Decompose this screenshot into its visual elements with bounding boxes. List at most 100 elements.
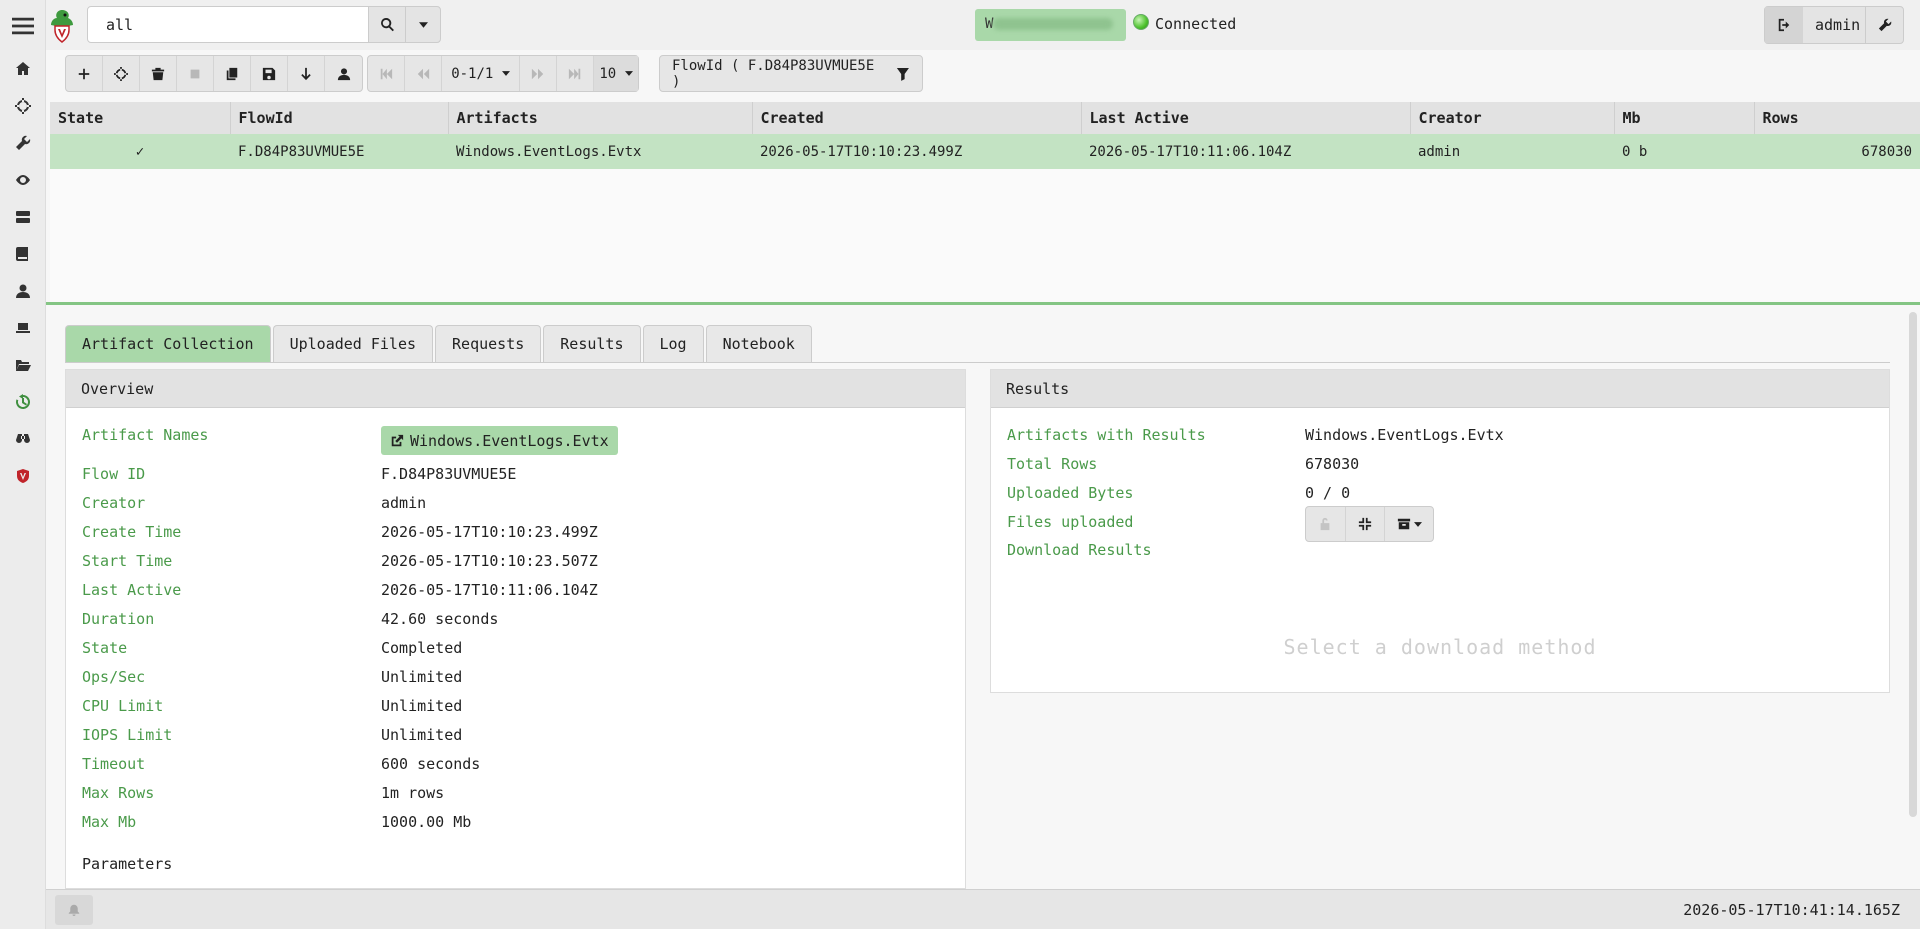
flow-filter-button[interactable]: FlowId ( F.D84P83UVMUE5E ) (659, 55, 923, 92)
sidebar-item-home[interactable] (0, 50, 46, 87)
tab-uploaded-files[interactable]: Uploaded Files (272, 325, 434, 362)
field-value: 42.60 seconds (381, 610, 499, 628)
hamburger-menu-icon[interactable] (0, 6, 46, 46)
tab-notebook[interactable]: Notebook (705, 325, 812, 362)
sidebar-item-users[interactable] (0, 272, 46, 309)
search-dropdown-button[interactable] (405, 6, 441, 43)
field-value: Unlimited (381, 697, 463, 715)
page-size-dropdown[interactable]: 10 (594, 56, 638, 91)
search-button[interactable] (368, 6, 406, 43)
field-label: Files uploaded (1007, 513, 1134, 531)
flow-filter-text: FlowId ( F.D84P83UVMUE5E ) (672, 57, 875, 90)
client-id-text: W (985, 16, 994, 32)
field-label: Max Mb (82, 813, 137, 831)
page-range-dropdown[interactable]: 0-1/1 (442, 56, 520, 91)
backward-icon (417, 68, 430, 79)
binoculars-icon (16, 433, 30, 443)
column-header-rows[interactable]: Rows (1754, 102, 1920, 134)
next-page-button[interactable] (520, 56, 557, 91)
new-collection-button[interactable] (66, 56, 103, 91)
column-header-last-active[interactable]: Last Active (1081, 102, 1411, 134)
delete-button[interactable] (140, 56, 177, 91)
sidebar-item-server[interactable] (0, 198, 46, 235)
caret-down-icon (624, 71, 633, 76)
cell-last-active: 2026-05-17T10:11:06.104Z (1081, 134, 1410, 169)
compress-download-button[interactable] (1346, 507, 1386, 541)
velociraptor-logo-icon[interactable] (48, 8, 76, 44)
tab-artifact-collection[interactable]: Artifact Collection (65, 325, 271, 362)
tab-results[interactable]: Results (543, 325, 641, 362)
bell-icon (68, 904, 80, 916)
search-input[interactable] (87, 6, 369, 43)
wrench-icon (1878, 18, 1891, 32)
field-value: 2026-05-17T10:10:23.499Z (381, 523, 598, 541)
sidebar-item-notebooks[interactable] (0, 235, 46, 272)
table-row[interactable]: ✓ F.D84P83UVMUE5E Windows.EventLogs.Evtx… (50, 134, 1920, 169)
tab-underline (65, 362, 1890, 363)
cell-created: 2026-05-17T10:10:23.499Z (752, 134, 1081, 169)
left-sidebar (0, 0, 46, 929)
page-range-text: 0-1/1 (451, 65, 494, 82)
user-filter-button[interactable] (325, 56, 362, 91)
trash-icon (151, 67, 165, 80)
download-method-group (1305, 506, 1434, 542)
sidebar-item-client-info[interactable] (0, 309, 46, 346)
tab-requests[interactable]: Requests (435, 325, 542, 362)
crosshairs-icon (15, 97, 31, 114)
sidebar-item-hunts[interactable] (0, 87, 46, 124)
overview-panel: Overview Artifact Names Windows.EventLog… (65, 369, 966, 889)
column-header-creator[interactable]: Creator (1410, 102, 1615, 134)
download-button[interactable] (288, 56, 325, 91)
flow-actions-group (65, 55, 363, 92)
save-button[interactable] (251, 56, 288, 91)
table-header-row: State FlowId Artifacts Created Last Acti… (50, 102, 1920, 134)
sidebar-item-artifacts[interactable] (0, 124, 46, 161)
cell-flow-id: F.D84P83UVMUE5E (230, 134, 448, 169)
crosshairs-icon (114, 66, 128, 81)
copy-collection-button[interactable] (214, 56, 251, 91)
connection-status-icon (1133, 14, 1149, 30)
pane-splitter[interactable] (46, 302, 1920, 305)
column-header-created[interactable]: Created (752, 102, 1082, 134)
prev-page-button[interactable] (405, 56, 442, 91)
hunt-button[interactable] (103, 56, 140, 91)
status-footer: 2026-05-17T10:41:14.165Z (46, 889, 1920, 929)
last-page-icon (568, 68, 581, 79)
sidebar-item-events[interactable] (0, 161, 46, 198)
book-icon (16, 246, 28, 261)
artifact-link-button[interactable]: Windows.EventLogs.Evtx (381, 426, 618, 455)
cancel-button[interactable] (177, 56, 214, 91)
download-results-label: Download Results (1007, 541, 1152, 559)
vertical-scrollbar[interactable] (1909, 312, 1917, 817)
notifications-button[interactable] (55, 895, 93, 925)
laptop-icon (16, 322, 30, 333)
archive-download-dropdown[interactable] (1385, 507, 1433, 541)
sidebar-item-collected[interactable] (0, 383, 46, 420)
column-header-artifacts[interactable]: Artifacts (448, 102, 753, 134)
tab-log[interactable]: Log (642, 325, 704, 362)
sidebar-item-search[interactable] (0, 420, 46, 457)
field-value: 1000.00 Mb (381, 813, 472, 831)
field-label: CPU Limit (82, 697, 164, 715)
client-id-badge[interactable]: W (975, 9, 1126, 41)
sidebar-item-vfs[interactable] (0, 346, 46, 383)
field-value: 2026-05-17T10:10:23.507Z (381, 552, 598, 570)
caret-down-icon (501, 71, 510, 76)
column-header-flowid[interactable]: FlowId (230, 102, 449, 134)
column-header-mb[interactable]: Mb (1614, 102, 1755, 134)
first-page-button[interactable] (368, 56, 405, 91)
username-label[interactable]: admin (1815, 16, 1860, 34)
cell-creator: admin (1410, 134, 1614, 169)
connection-status-text: Connected (1155, 15, 1237, 33)
last-page-button[interactable] (557, 56, 594, 91)
unlock-download-button[interactable] (1306, 507, 1346, 541)
caret-down-icon (418, 21, 428, 28)
column-header-state[interactable]: State (50, 102, 231, 134)
user-settings-button[interactable] (1865, 7, 1903, 43)
field-label: Total Rows (1007, 455, 1098, 473)
server-icon (16, 210, 30, 223)
logout-button[interactable] (1765, 7, 1803, 43)
field-label: Uploaded Bytes (1007, 484, 1134, 502)
sidebar-item-welcome[interactable] (0, 457, 46, 494)
copy-icon (226, 67, 238, 80)
